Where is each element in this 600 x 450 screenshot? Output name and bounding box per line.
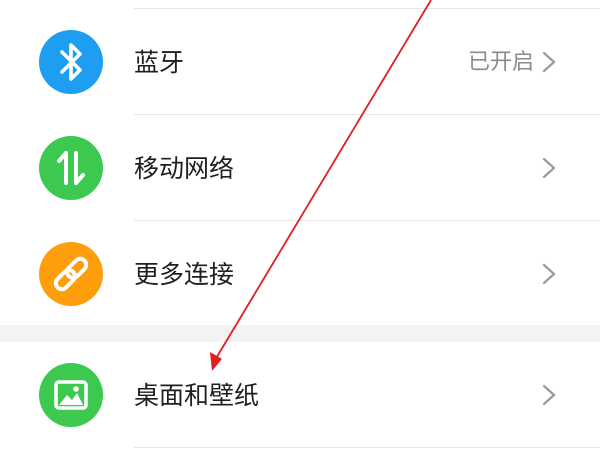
annotation-arrow (210, 0, 432, 371)
